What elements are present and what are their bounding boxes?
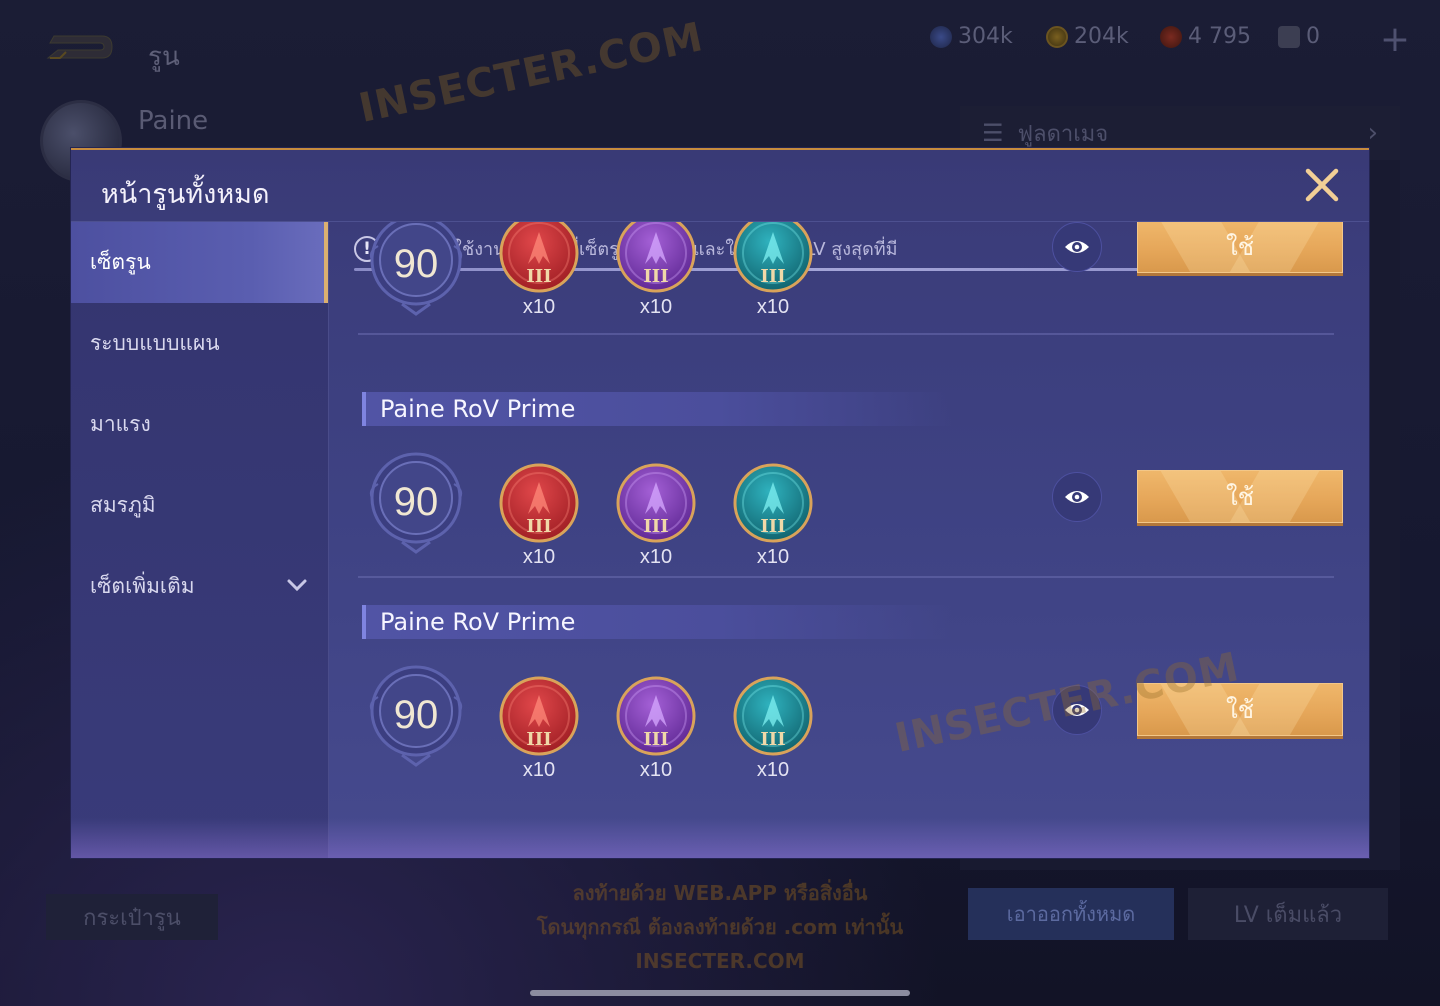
notice-line: โดนทุกกรณี ต้องลงท้ายด้วย .com เท่านั้น	[536, 915, 904, 939]
currency-gold: 204k	[1046, 24, 1129, 49]
rune-count: x10	[756, 546, 790, 568]
use-rune-set-button[interactable]: ใช้	[1137, 683, 1343, 736]
currency-value: 0	[1306, 24, 1320, 49]
sidebar-item-label: เซ็ตรูน	[90, 250, 151, 274]
eye-icon	[1065, 704, 1089, 716]
sidebar-item-label: สมรภูมิ	[90, 493, 156, 517]
rune-count: x10	[522, 759, 556, 781]
currency-essence: 4 795	[1160, 24, 1251, 49]
remove-all-button[interactable]: เอาออกทั้งหมด	[968, 888, 1174, 940]
chevron-right-icon: ›	[1367, 118, 1378, 148]
rune-count: x10	[522, 296, 556, 318]
rune-tier: III	[526, 516, 552, 537]
gold-coin-icon	[1046, 25, 1068, 48]
eye-icon	[1065, 241, 1089, 253]
teal-rune-icon[interactable]: III	[732, 675, 814, 757]
rune-count: x10	[756, 296, 790, 318]
eye-icon	[1065, 491, 1089, 503]
sidebar-item-rune-sets[interactable]: เซ็ตรูน	[71, 222, 328, 303]
rune-set-list: ! หลังจากใช้งาน จะแทนที่เซ็ตรูนปัจจุบัน …	[330, 222, 1369, 858]
use-rune-set-button[interactable]: ใช้	[1137, 470, 1343, 523]
modal-header: หน้ารูนทั้งหมด	[71, 150, 1369, 222]
level-value: 90	[393, 480, 439, 524]
home-indicator	[530, 990, 910, 996]
rune-set-name: Paine RoV Prime	[362, 605, 952, 639]
currency-value: 4 795	[1188, 24, 1251, 49]
rune-tier: III	[643, 516, 669, 537]
sidebar-item-label: ระบบแบบแผน	[90, 331, 220, 355]
sidebar: เซ็ตรูน ระบบแบบแผน มาแรง สมรภูมิ เซ็ตเพิ…	[71, 222, 329, 858]
rune-set-name: ฟูลดาเมจ	[1017, 121, 1109, 147]
sidebar-item-battlefield[interactable]: สมรภูมิ	[71, 465, 328, 546]
rune-tier: III	[760, 729, 786, 750]
rune-tier: III	[526, 729, 552, 750]
level-badge: 90	[364, 222, 468, 316]
use-button-label: ใช้	[1225, 483, 1254, 511]
level-value: 90	[393, 242, 439, 286]
rune-count: x10	[756, 759, 790, 781]
blue-crystal-icon	[930, 25, 952, 48]
rune-set-row: Paine RoV Prime 90 III x10 III x10 III x…	[330, 605, 1369, 815]
rune-tier: III	[760, 266, 786, 287]
sidebar-item-more-sets[interactable]: เซ็ตเพิ่มเติม	[71, 546, 328, 627]
currency-rune-card: 0	[1278, 24, 1320, 49]
rune-count: x10	[639, 759, 673, 781]
notice-line: INSECTER.COM	[635, 949, 805, 973]
rune-tier: III	[760, 516, 786, 537]
chevron-down-icon	[287, 579, 307, 592]
red-essence-icon	[1160, 25, 1182, 48]
modal-glow	[71, 818, 1369, 858]
lv-full-button[interactable]: LV เต็มแล้ว	[1188, 888, 1388, 940]
teal-rune-icon[interactable]: III	[732, 462, 814, 544]
rune-tier: III	[526, 266, 552, 287]
page-title: รูน	[148, 42, 180, 72]
preview-button[interactable]	[1052, 472, 1102, 522]
rune-tier: III	[643, 266, 669, 287]
level-badge: 90	[364, 663, 468, 767]
all-rune-pages-modal: หน้ารูนทั้งหมด เซ็ตรูน ระบบแบบแผน มาแรง …	[71, 148, 1369, 858]
use-rune-set-button[interactable]: ใช้	[1137, 222, 1343, 273]
list-icon: ☰	[982, 119, 1004, 147]
level-value: 90	[393, 693, 439, 737]
modal-title: หน้ารูนทั้งหมด	[101, 179, 270, 210]
preview-button[interactable]	[1052, 685, 1102, 735]
sidebar-item-label: เซ็ตเพิ่มเติม	[90, 574, 195, 598]
red-rune-icon[interactable]: III	[498, 675, 580, 757]
notice-line: ลงท้ายด้วย WEB.APP หรือสิ่งอื่น	[572, 881, 868, 905]
use-button-label: ใช้	[1225, 233, 1254, 261]
purple-rune-icon[interactable]: III	[615, 462, 697, 544]
sidebar-item-templates[interactable]: ระบบแบบแผน	[71, 303, 328, 384]
rune-count: x10	[639, 296, 673, 318]
top-bar: รูน 304k 204k 4 795 0 +	[0, 0, 1440, 90]
rune-set-name: Paine RoV Prime	[362, 392, 952, 426]
currency-value: 204k	[1074, 24, 1129, 49]
teal-rune-icon[interactable]: III	[732, 222, 814, 294]
rune-count: x10	[639, 546, 673, 568]
rune-tier: III	[643, 729, 669, 750]
preview-button[interactable]	[1052, 222, 1102, 272]
rune-card-icon	[1278, 25, 1300, 48]
currency-crystal: 304k	[930, 24, 1013, 49]
rune-bag-button[interactable]: กระเป๋ารูน	[46, 894, 218, 940]
divider	[358, 333, 1334, 335]
back-arrow-icon[interactable]	[44, 30, 118, 64]
hero-name: Paine	[138, 106, 209, 136]
red-rune-icon[interactable]: III	[498, 222, 580, 294]
rune-set-row: Paine RoV Prime 90 III x10 III x10 III x…	[330, 392, 1369, 602]
add-currency-button[interactable]: +	[1380, 22, 1410, 58]
level-badge: 90	[364, 450, 468, 554]
rune-count: x10	[522, 546, 556, 568]
sidebar-item-trending[interactable]: มาแรง	[71, 384, 328, 465]
purple-rune-icon[interactable]: III	[615, 675, 697, 757]
close-icon[interactable]	[1301, 164, 1343, 206]
purple-rune-icon[interactable]: III	[615, 222, 697, 294]
divider	[358, 576, 1334, 578]
use-button-label: ใช้	[1225, 696, 1254, 724]
sidebar-item-label: มาแรง	[90, 412, 151, 436]
red-rune-icon[interactable]: III	[498, 462, 580, 544]
watermark-notice: ลงท้ายด้วย WEB.APP หรือสิ่งอื่น โดนทุกกร…	[500, 876, 940, 978]
currency-value: 304k	[958, 24, 1013, 49]
